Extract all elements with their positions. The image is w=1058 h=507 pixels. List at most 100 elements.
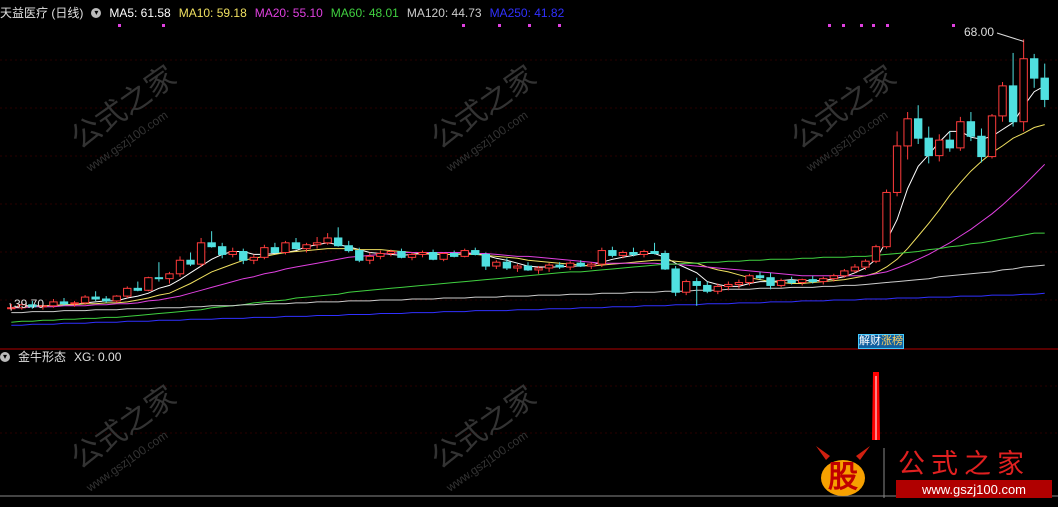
top-marker: [118, 24, 121, 27]
candle: [281, 240, 290, 255]
high-pointer: [996, 32, 1024, 42]
candle: [966, 112, 976, 142]
low-price-label: 39.70: [14, 297, 45, 311]
main-chart-legend: 天益医疗 (日线) ▾ MA5: 61.58 MA10: 59.18 MA20:…: [0, 4, 564, 22]
candle: [565, 261, 575, 270]
top-marker: [828, 24, 831, 27]
top-marker: [860, 24, 863, 27]
ma120-line: [11, 264, 1045, 314]
candle: [80, 295, 90, 305]
candle: [987, 113, 997, 159]
top-marker: [528, 24, 531, 27]
candle: [766, 272, 775, 290]
ma20-label: MA20: 55.10: [254, 6, 323, 20]
candle: [186, 252, 195, 267]
candle: [587, 262, 596, 269]
candle: [977, 128, 986, 163]
top-marker: [952, 24, 955, 27]
candle: [1019, 39, 1028, 132]
candle: [270, 242, 280, 254]
top-marker: [872, 24, 875, 27]
settings-circle-icon[interactable]: ▾: [0, 352, 10, 362]
candle: [660, 250, 670, 270]
candle: [175, 256, 185, 277]
candle: [481, 252, 491, 270]
candle: [903, 112, 912, 160]
candle: [333, 227, 343, 247]
candle: [154, 262, 164, 282]
candle: [597, 247, 607, 268]
ma250-line: [11, 292, 1045, 326]
candle: [861, 259, 870, 270]
candle: [703, 281, 712, 294]
candle: [1040, 63, 1049, 108]
candle: [112, 295, 121, 303]
candle: [365, 252, 375, 265]
candle: [840, 268, 849, 278]
event-tag-part: 涨: [881, 335, 892, 347]
event-tag-part: 财: [870, 335, 881, 347]
settings-circle-icon[interactable]: ▾: [91, 8, 102, 18]
ma120-label: MA120: 44.73: [406, 6, 482, 20]
candle: [165, 271, 174, 284]
logo-text: 公式之家: [898, 449, 1030, 480]
candle: [460, 248, 469, 258]
chart-title[interactable]: 天益医疗 (日线): [0, 4, 83, 22]
candle: [1029, 53, 1039, 88]
candle: [133, 281, 143, 292]
candle: [144, 276, 153, 292]
candle: [196, 237, 206, 268]
sub-chart-legend: ▾ 金牛形态 XG: 0.00: [0, 348, 121, 366]
top-marker: [162, 24, 165, 27]
candle: [523, 262, 533, 271]
candle: [513, 264, 522, 272]
candle: [745, 273, 754, 286]
candle: [819, 276, 828, 285]
ma10-label: MA10: 59.18: [178, 6, 247, 20]
candle: [892, 131, 902, 197]
candle: [935, 134, 944, 162]
watermark-layer: 公式之家www.gszj100.com 公式之家www.gszj100.com 公式…: [65, 59, 903, 495]
logo-glyph: 股: [828, 460, 858, 495]
top-marker: [886, 24, 889, 27]
candle: [101, 296, 111, 303]
candle: [608, 246, 617, 258]
candle: [291, 237, 301, 250]
candle: [871, 244, 881, 264]
candle: [376, 250, 385, 260]
logo-url: www.gszj100.com: [921, 482, 1026, 497]
top-marker: [462, 24, 465, 27]
sub-chart-title[interactable]: 金牛形态: [18, 348, 66, 366]
candle: [913, 105, 923, 144]
ma5-label: MA5: 61.58: [109, 6, 171, 20]
candle: [882, 189, 891, 249]
top-markers: [118, 24, 955, 27]
candle: [239, 248, 248, 265]
candle: [639, 249, 649, 258]
candle: [428, 249, 438, 261]
event-tag[interactable]: 解财涨榜: [858, 334, 904, 349]
top-marker: [498, 24, 501, 27]
sub-chart-value: XG: 0.00: [74, 350, 122, 364]
candle: [228, 247, 237, 258]
candle: [397, 248, 406, 259]
event-tag-part: 榜: [892, 335, 903, 347]
candle: [734, 279, 744, 289]
candle: [312, 237, 322, 249]
candle: [755, 271, 765, 280]
sub-indicator-panel: [872, 372, 880, 440]
ma60-label: MA60: 48.01: [330, 6, 399, 20]
kline-chart[interactable]: 公式之家www.gszj100.com 公式之家www.gszj100.com 公式…: [0, 0, 1058, 502]
candle: [998, 82, 1007, 122]
candle: [439, 252, 448, 262]
high-price-label: 68.00: [964, 25, 995, 39]
candle: [797, 278, 807, 286]
candle: [671, 266, 680, 297]
candle: [407, 252, 417, 261]
event-tag-part: 解: [859, 335, 870, 347]
candle: [91, 291, 100, 301]
candle: [123, 286, 132, 299]
candle: [692, 277, 701, 306]
candle: [681, 279, 691, 296]
ma250-label: MA250: 41.82: [489, 6, 565, 20]
